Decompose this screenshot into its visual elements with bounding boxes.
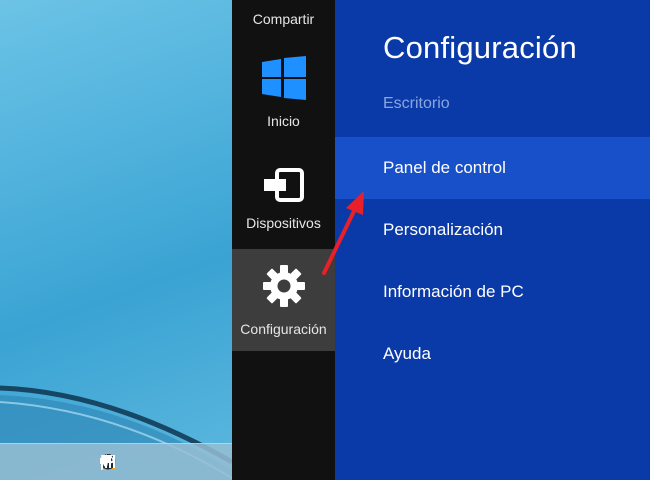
desktop-background [0, 0, 232, 480]
steam-icon[interactable] [100, 454, 163, 471]
settings-pane: Configuración Escritorio Panel de contro… [335, 0, 650, 480]
menu-item-label: Información de PC [383, 282, 524, 301]
flag-icon[interactable] [101, 454, 186, 471]
menu-item-help[interactable]: Ayuda [335, 323, 650, 385]
volume-icon[interactable] [100, 454, 232, 471]
menu-item-personalization[interactable]: Personalización [335, 199, 650, 261]
charm-label-start: Inicio [267, 113, 300, 129]
charms-bar: Compartir Inicio Dispositivos Configurac… [232, 0, 335, 480]
charm-label-share: Compartir [252, 11, 315, 27]
charm-settings[interactable]: Configuración [232, 249, 335, 351]
taskbar [0, 443, 232, 480]
devices-icon [262, 168, 306, 205]
settings-section-label: Escritorio [383, 95, 450, 112]
charm-devices[interactable]: Dispositivos [232, 143, 335, 245]
menu-item-label: Ayuda [383, 344, 431, 363]
charm-start[interactable]: Inicio [232, 41, 335, 143]
system-tray [100, 454, 232, 471]
menu-item-label: Panel de control [383, 158, 506, 177]
settings-title: Configuración [383, 30, 577, 65]
windows-logo-icon [261, 56, 306, 103]
charm-share[interactable]: Compartir [232, 0, 335, 41]
desktop-wallpaper-curve [0, 385, 232, 480]
menu-item-control-panel[interactable]: Panel de control [335, 137, 650, 199]
gear-icon [262, 264, 306, 311]
menu-item-label: Personalización [383, 220, 504, 239]
charm-label-settings: Configuración [240, 321, 327, 337]
share-icon [269, 0, 299, 1]
charm-label-devices: Dispositivos [246, 215, 321, 231]
store-icon[interactable] [101, 454, 140, 471]
signal-icon[interactable] [101, 454, 209, 471]
menu-item-pc-info[interactable]: Información de PC [335, 261, 650, 323]
